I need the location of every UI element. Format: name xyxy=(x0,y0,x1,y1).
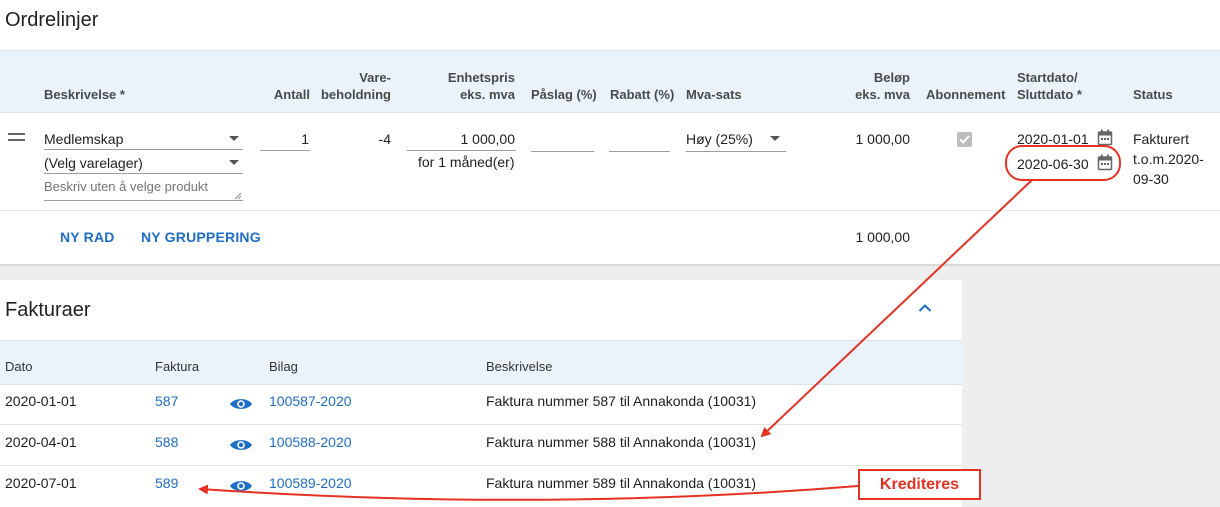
annotation-label: Krediteres xyxy=(858,469,981,500)
annotation-label-text: Krediteres xyxy=(879,476,960,493)
annotation-arrows xyxy=(198,179,1033,501)
